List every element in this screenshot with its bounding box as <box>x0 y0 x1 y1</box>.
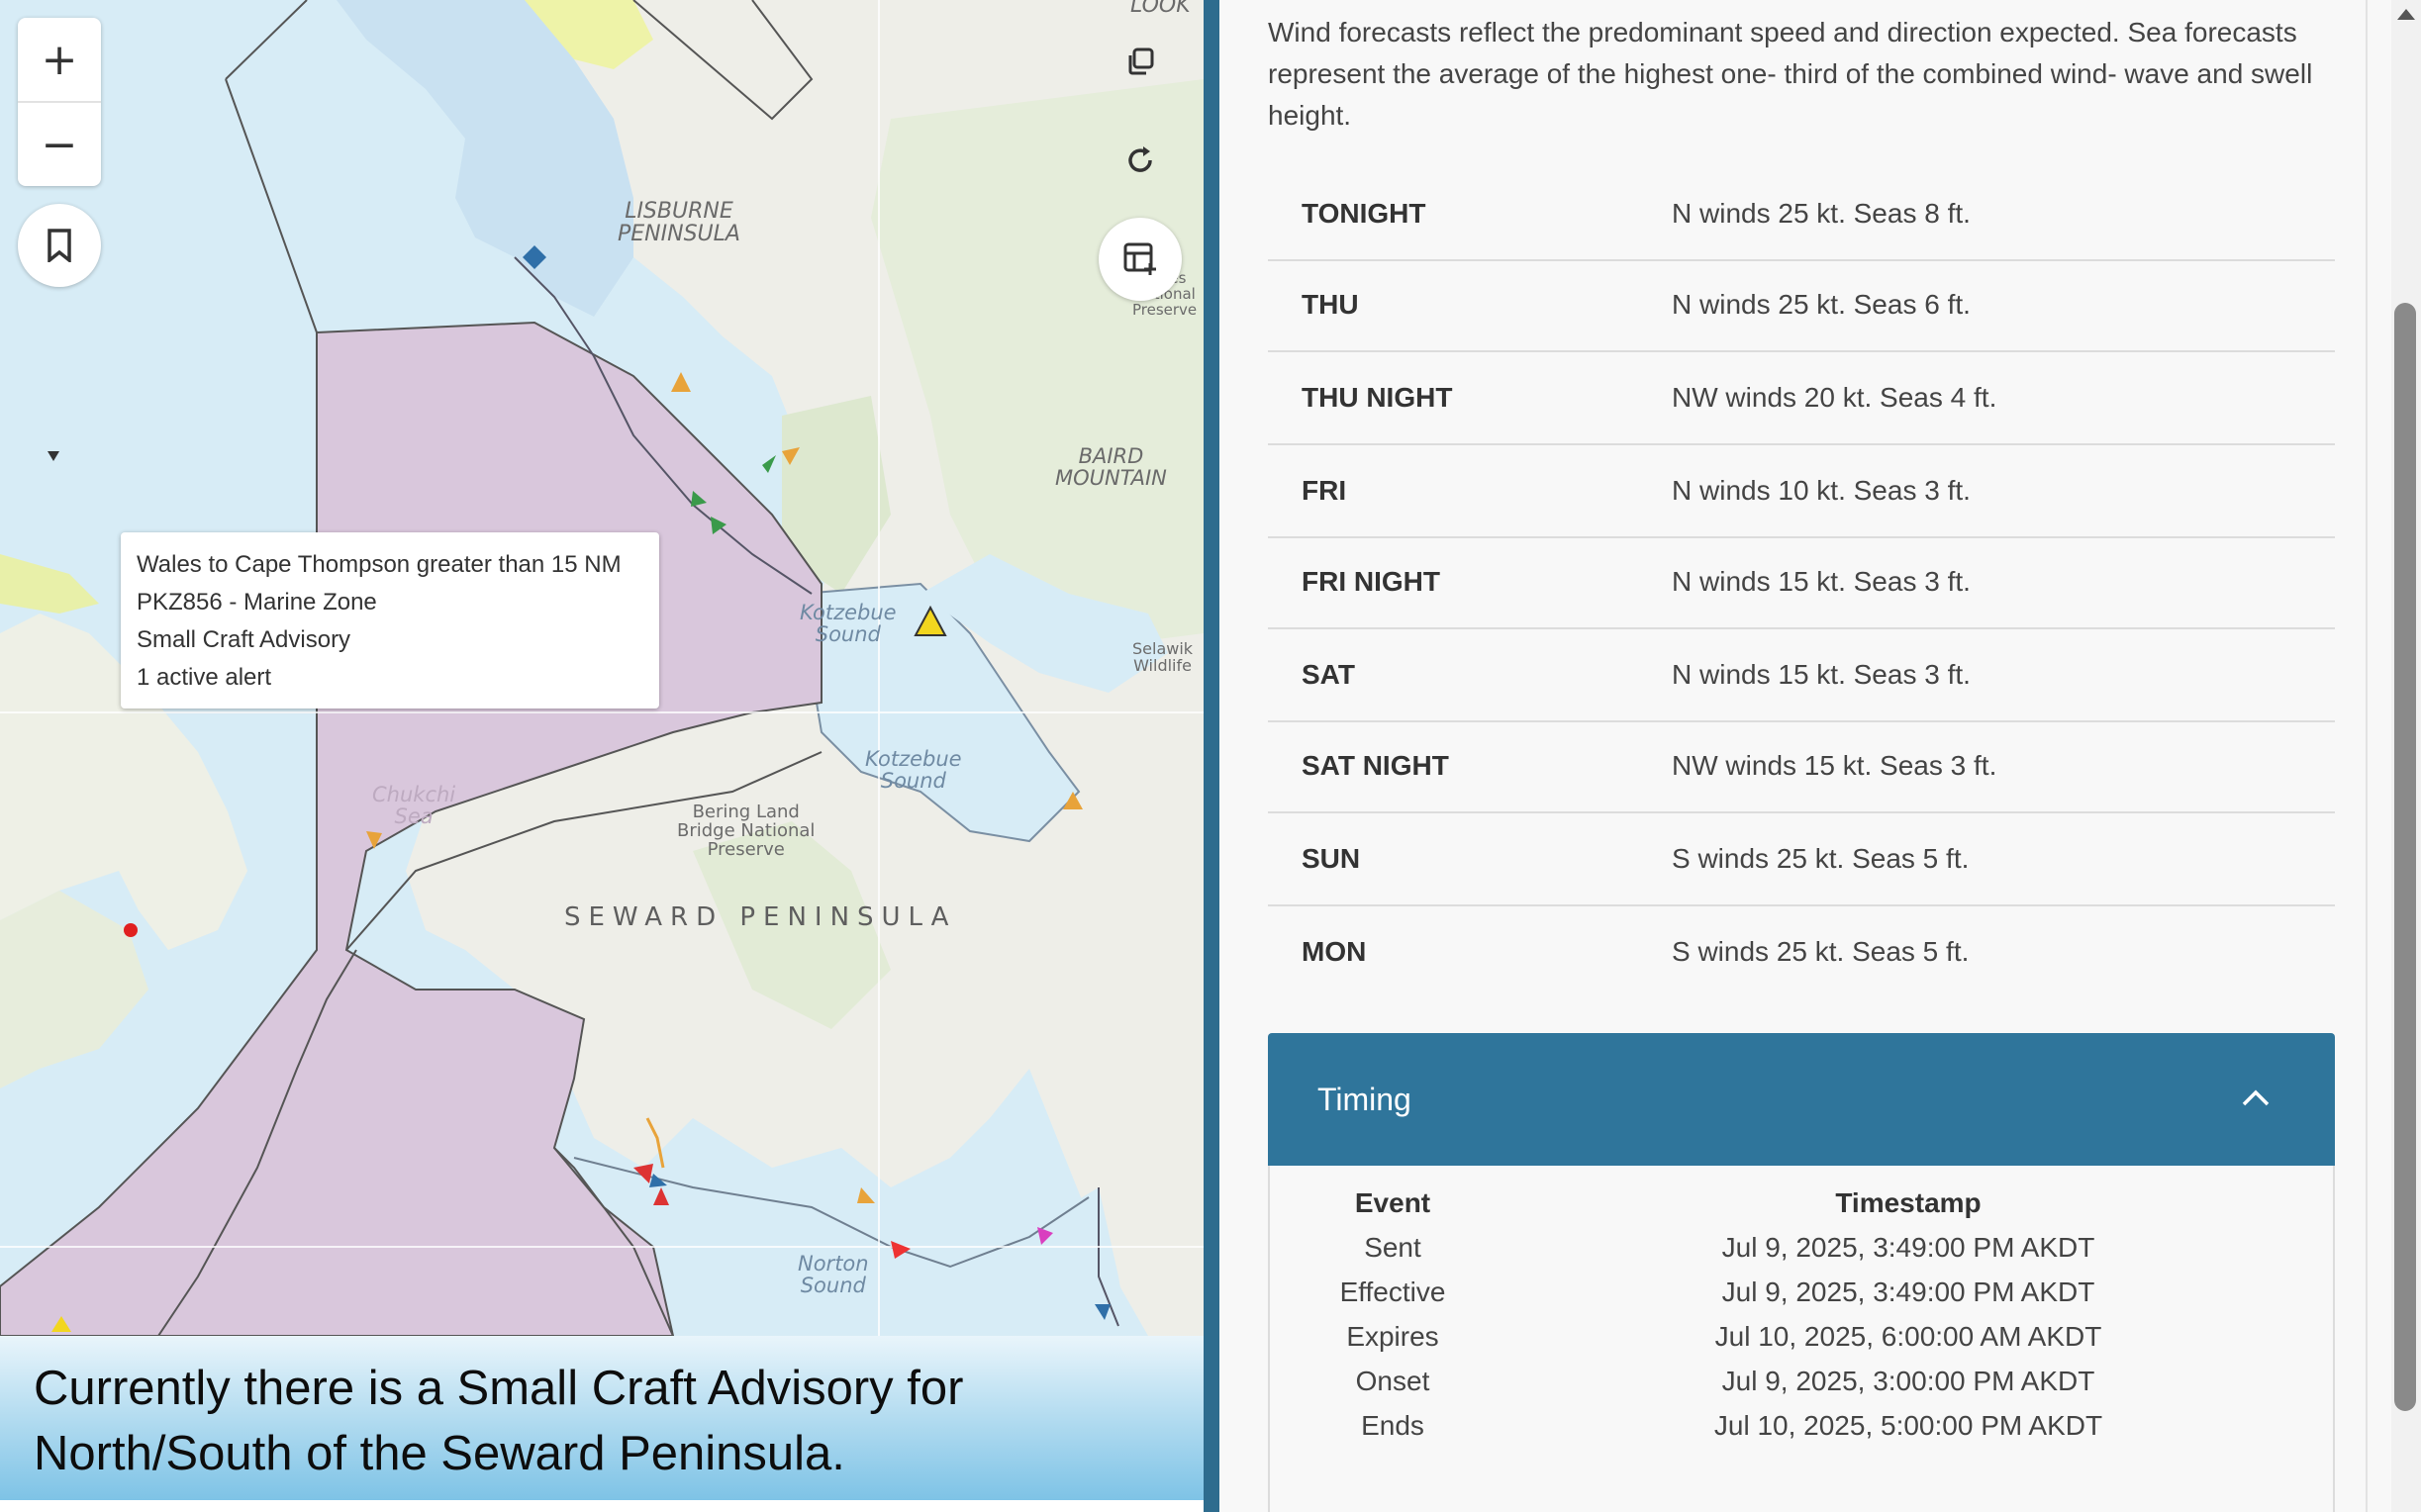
forecast-row: FRI N winds 10 kt. Seas 3 ft. <box>1268 445 2335 538</box>
label-chukchi-sea: Chukchi Sea <box>372 783 456 829</box>
timing-header-event: Event <box>1354 1187 1431 1218</box>
forecast-text: N winds 25 kt. Seas 6 ft. <box>1672 289 1971 320</box>
forecast-text: N winds 15 kt. Seas 3 ft. <box>1672 659 1971 690</box>
timing-title: Timing <box>1317 1082 1411 1117</box>
forecast-period: MON <box>1302 936 1367 967</box>
zone-popup[interactable]: Wales to Cape Thompson greater than 15 N… <box>121 532 659 709</box>
forecast-period: THU <box>1302 289 1359 320</box>
timing-accordion-header[interactable]: Timing <box>1268 1033 2335 1166</box>
forecast-text: S winds 25 kt. Seas 5 ft. <box>1672 843 1970 874</box>
table-add-icon <box>1123 242 1156 275</box>
forecast-row: FRI NIGHT N winds 15 kt. Seas 3 ft. <box>1268 536 2335 629</box>
forecast-row: MON S winds 25 kt. Seas 5 ft. <box>1268 906 2335 997</box>
forecast-period: SAT NIGHT <box>1302 750 1449 781</box>
caption-banner: Currently there is a Small Craft Advisor… <box>0 1336 1210 1500</box>
forecast-row: SAT NIGHT NW winds 15 kt. Seas 3 ft. <box>1268 720 2335 813</box>
refresh-icon <box>1128 146 1152 172</box>
timing-timestamp: Jul 9, 2025, 3:00:00 PM AKDT <box>1721 1366 2095 1396</box>
timing-timestamp: Jul 10, 2025, 5:00:00 PM AKDT <box>1713 1410 2103 1441</box>
popup-alert-count: 1 active alert <box>137 664 272 691</box>
timing-event: Effective <box>1339 1276 1446 1307</box>
label-seward-peninsula: SEWARD PENINSULA <box>564 902 957 932</box>
scroll-up-arrow-icon[interactable] <box>2395 6 2417 22</box>
bookmark-button[interactable] <box>18 204 101 287</box>
forecast-text: N winds 10 kt. Seas 3 ft. <box>1672 475 1971 506</box>
timing-event: Sent <box>1364 1232 1421 1263</box>
forecast-row: THU N winds 25 kt. Seas 6 ft. <box>1268 259 2335 352</box>
label-lisburne-peninsula: LISBURNE PENINSULA <box>618 199 740 247</box>
zoom-out-button[interactable]: − <box>18 101 101 186</box>
forecast-period: SUN <box>1302 843 1361 874</box>
bookmark-icon <box>48 229 71 262</box>
scrollbar-thumb[interactable] <box>2394 303 2416 1411</box>
timing-header-timestamp: Timestamp <box>1835 1187 1982 1218</box>
forecast-period: THU NIGHT <box>1302 382 1453 413</box>
timing-timestamp: Jul 9, 2025, 3:49:00 PM AKDT <box>1721 1232 2095 1263</box>
forecast-text: NW winds 20 kt. Seas 4 ft. <box>1672 382 1997 413</box>
forecast-row: SAT N winds 15 kt. Seas 3 ft. <box>1268 629 2335 722</box>
timing-table: Event Timestamp Sent Jul 9, 2025, 3:49:0… <box>1268 1166 2335 1512</box>
label-look: LOOK <box>1130 0 1191 18</box>
forecast-period: TONIGHT <box>1302 198 1426 229</box>
zoom-in-button[interactable]: + <box>18 18 101 101</box>
label-selawik: Selawik Wildlife <box>1132 639 1194 675</box>
forecast-row: THU NIGHT NW winds 20 kt. Seas 4 ft. <box>1268 352 2335 445</box>
popup-alert-type: Small Craft Advisory <box>137 626 351 653</box>
copy-icon <box>1128 47 1154 75</box>
label-kotzebue-sound-1: Kotzebue Sound <box>800 601 897 647</box>
copy-button[interactable] <box>1099 20 1182 103</box>
forecast-text: NW winds 15 kt. Seas 3 ft. <box>1672 750 1997 781</box>
timing-timestamp: Jul 9, 2025, 3:49:00 PM AKDT <box>1721 1276 2095 1307</box>
forecast-intro-text: Wind forecasts reflect the predominant s… <box>1268 17 2313 131</box>
forecast-row: SUN S winds 25 kt. Seas 5 ft. <box>1268 813 2335 906</box>
add-table-button[interactable] <box>1099 218 1182 301</box>
timing-event: Ends <box>1361 1410 1424 1441</box>
popup-zone-name: Wales to Cape Thompson greater than 15 N… <box>137 551 622 578</box>
map-view[interactable]: LISBURNE PENINSULA BAIRD MOUNTAIN Kotzebue… <box>0 0 1204 1336</box>
forecast-text: N winds 15 kt. Seas 3 ft. <box>1672 566 1971 597</box>
forecast-period: FRI NIGHT <box>1302 566 1440 597</box>
timing-event: Expires <box>1346 1321 1439 1352</box>
label-baird-mountain: BAIRD MOUNTAIN <box>1055 444 1167 491</box>
label-bering-land-bridge: Bering Land Bridge National Preserve <box>677 802 816 860</box>
label-kotzebue-sound-2: Kotzebue Sound <box>865 747 962 794</box>
chevron-up-icon[interactable] <box>2238 1081 2274 1116</box>
zoom-controls: + − <box>18 18 101 186</box>
label-norton-sound: Norton Sound <box>798 1252 869 1298</box>
forecast-period: FRI <box>1302 475 1347 506</box>
panel-border <box>2366 0 2368 1512</box>
timing-event: Onset <box>1355 1366 1430 1396</box>
popup-zone-id: PKZ856 - Marine Zone <box>137 589 377 615</box>
caption-line-1: Currently there is a Small Craft Advisor… <box>34 1362 964 1415</box>
forecast-text: S winds 25 kt. Seas 5 ft. <box>1672 936 1970 967</box>
forecast-period: SAT <box>1302 659 1355 690</box>
forecast-text: N winds 25 kt. Seas 8 ft. <box>1672 198 1971 229</box>
caption-line-2: North/South of the Seward Peninsula. <box>34 1427 845 1480</box>
panel-divider <box>1204 0 1219 1512</box>
forecast-row: TONIGHT N winds 25 kt. Seas 8 ft. <box>1268 168 2335 261</box>
timing-timestamp: Jul 10, 2025, 6:00:00 AM AKDT <box>1714 1321 2102 1352</box>
refresh-button[interactable] <box>1099 119 1182 202</box>
